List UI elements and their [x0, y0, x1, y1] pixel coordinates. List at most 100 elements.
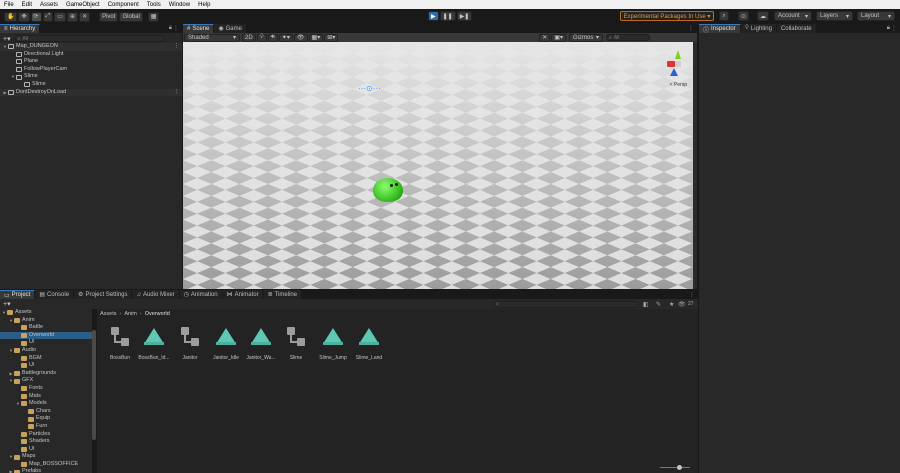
camera-settings-icon[interactable]: ▣▾ — [551, 33, 566, 42]
breadcrumb-item[interactable]: Anim — [124, 311, 137, 317]
hidden-packages-icon[interactable]: 👁︎ — [678, 301, 686, 308]
hierarchy-object-row[interactable]: ▼ Slime — [0, 73, 182, 81]
project-search-input[interactable]: ⌕ — [493, 300, 638, 308]
menu-window[interactable]: Window — [169, 2, 190, 8]
experimental-packages-button[interactable]: Experimental Packages In Use ▾ — [620, 11, 714, 21]
search-icon[interactable]: ⌕ — [719, 11, 729, 21]
project-folder-row[interactable]: ▼ Anim — [0, 317, 92, 325]
hierarchy-object-row[interactable]: Plane — [0, 58, 182, 66]
pause-button[interactable]: ❚❚ — [439, 11, 456, 21]
shading-mode-dropdown[interactable]: Shaded ▾ — [184, 33, 240, 42]
cloud-icon[interactable]: ☁ — [757, 11, 769, 21]
account-dropdown[interactable]: Account ▾ — [774, 11, 812, 21]
zoom-slider-thumb[interactable] — [677, 465, 682, 470]
zoom-slider[interactable] — [660, 465, 690, 470]
filter-label-icon[interactable]: ✎ — [656, 301, 661, 308]
project-folder-row[interactable]: ▶ Battlegrounds — [0, 370, 92, 378]
menu-assets[interactable]: Assets — [40, 2, 58, 8]
kebab-menu-icon[interactable]: ⋮ — [174, 43, 180, 51]
asset-item[interactable]: Slime — [279, 326, 313, 361]
asset-item[interactable]: BossBun — [103, 326, 137, 361]
asset-item[interactable]: Janitor_Wa... — [244, 326, 278, 361]
project-folder-row[interactable]: ▼ GFX — [0, 377, 92, 385]
project-folder-row[interactable]: ▼ Assets — [0, 309, 92, 317]
asset-item[interactable]: Janitor — [173, 326, 207, 361]
tab-audio-mixer[interactable]: ♫ Audio Mixer — [132, 290, 180, 299]
tab-hierarchy[interactable]: ≡ Hierarchy — [0, 24, 41, 33]
play-button[interactable]: ▶ — [428, 11, 439, 21]
project-folder-row[interactable]: Fonts — [0, 385, 92, 393]
tab-animator[interactable]: ⋈ Animator — [222, 290, 264, 299]
project-folder-row[interactable]: Overworld — [0, 331, 92, 340]
persp-label[interactable]: < Persp — [670, 82, 687, 88]
scene-search-input[interactable]: ⌕ All — [606, 34, 650, 41]
snap-toggle-icon[interactable]: ⊞▾ — [324, 33, 339, 42]
pivot-toggle[interactable]: Pivot — [99, 11, 119, 22]
scene-scrollbar[interactable] — [693, 42, 697, 289]
project-folder-row[interactable]: ▼ Audio — [0, 347, 92, 355]
tab-lighting[interactable]: 💡︎ Lighting — [740, 24, 777, 33]
grid-snap-icon[interactable]: ▦ — [147, 11, 160, 22]
project-folder-row[interactable]: UI — [0, 339, 92, 347]
project-folder-row[interactable]: Shaders — [0, 438, 92, 446]
project-folder-row[interactable]: ▼ Models — [0, 400, 92, 408]
favorite-icon[interactable]: ★ — [669, 301, 674, 308]
hidden-objects-icon[interactable]: 👁︎ — [293, 33, 308, 42]
kebab-menu-icon[interactable]: ⋮ — [689, 291, 695, 298]
project-folder-row[interactable]: ▶ Prefabs — [0, 468, 92, 473]
menu-component[interactable]: Component — [108, 2, 139, 8]
project-folder-row[interactable]: Particles — [0, 431, 92, 439]
asset-item[interactable]: BossBun_Id... — [137, 326, 171, 361]
lock-icon[interactable]: 🔒︎ — [169, 25, 172, 32]
breadcrumb-item[interactable]: Assets — [100, 311, 117, 317]
layout-dropdown[interactable]: Layout ▾ — [857, 11, 895, 21]
lock-icon[interactable]: 🔒︎ — [887, 25, 890, 32]
hierarchy-object-row[interactable]: FollowPlayerCam — [0, 66, 182, 74]
toggle-2d-button[interactable]: 2D — [242, 33, 256, 42]
menu-edit[interactable]: Edit — [22, 2, 32, 8]
project-folder-row[interactable]: Mats — [0, 393, 92, 401]
kebab-menu-icon[interactable]: ⋮ — [174, 89, 180, 97]
project-folder-row[interactable]: Equip — [0, 415, 92, 423]
hierarchy-object-row[interactable]: Slime — [0, 81, 182, 89]
hierarchy-scene-row[interactable]: ▼ Map_DUNGEON ⋮ — [0, 43, 182, 51]
project-folder-row[interactable]: BGM — [0, 355, 92, 363]
step-button[interactable]: ▶❚ — [456, 11, 473, 21]
audio-toggle-icon[interactable]: 🔊︎ — [267, 33, 278, 42]
project-folder-row[interactable]: UI — [0, 446, 92, 454]
menu-help[interactable]: Help — [198, 2, 210, 8]
custom-tool-icon[interactable]: ✕ — [79, 11, 91, 22]
tab-game[interactable]: ◉ Game — [214, 24, 247, 33]
gizmos-dropdown[interactable]: Gizmos ▾ — [569, 33, 603, 42]
global-toggle[interactable]: Global — [119, 11, 143, 22]
collab-icon[interactable]: ⊙ — [738, 11, 750, 21]
lighting-toggle-icon[interactable]: 💡︎ — [256, 33, 267, 42]
rect-tool-icon[interactable]: ▭ — [54, 11, 67, 22]
add-icon[interactable]: +▾ — [3, 300, 11, 308]
tab-inspector[interactable]: ⓘ Inspector — [699, 24, 741, 34]
breadcrumb-item[interactable]: Overworld — [145, 311, 170, 317]
project-folder-row[interactable]: Chars — [0, 408, 92, 416]
add-icon[interactable]: +▾ — [3, 35, 11, 43]
project-folder-row[interactable]: Battle — [0, 324, 92, 332]
tab-project-settings[interactable]: ⚙ Project Settings — [74, 290, 133, 299]
hierarchy-object-row[interactable]: Directional Light — [0, 51, 182, 59]
hierarchy-search-input[interactable]: ⌕ All — [14, 35, 165, 42]
scene-viewport[interactable]: ⋯⊙⋯ < Persp — [183, 42, 697, 289]
slime-object[interactable] — [373, 178, 403, 202]
filter-type-icon[interactable]: ◧ — [643, 301, 649, 308]
kebab-menu-icon[interactable]: ⋮ — [173, 25, 179, 32]
grid-toggle-icon[interactable]: ▦▾ — [308, 33, 324, 42]
scale-tool-icon[interactable]: ⤢ — [42, 11, 54, 22]
project-folder-row[interactable]: UI — [0, 362, 92, 370]
tab-scene[interactable]: # Scene — [183, 24, 215, 33]
asset-item[interactable]: Slime_Land — [352, 326, 386, 361]
transform-tool-icon[interactable]: ⊕ — [67, 11, 79, 22]
tab-timeline[interactable]: ≣ Timeline — [263, 290, 303, 299]
layers-dropdown[interactable]: Layers ▾ — [816, 11, 853, 21]
menu-file[interactable]: File — [4, 2, 14, 8]
tools-icon[interactable]: ✕ — [539, 33, 551, 42]
kebab-menu-icon[interactable]: ⋮ — [891, 25, 897, 32]
tab-animation[interactable]: ◷ Animation — [179, 290, 223, 299]
project-folder-row[interactable]: Map_BOSSOFFICE — [0, 461, 92, 469]
